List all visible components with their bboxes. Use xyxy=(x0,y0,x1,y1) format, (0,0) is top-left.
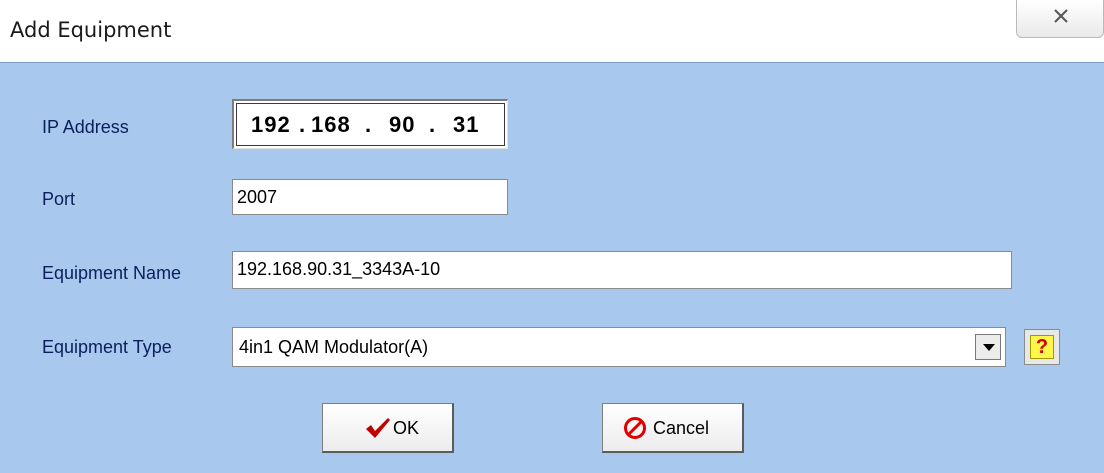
equipment-type-value: 4in1 QAM Modulator(A) xyxy=(239,337,429,357)
prohibit-icon xyxy=(624,417,646,439)
ip-octet-2[interactable]: 168 xyxy=(311,112,351,138)
title-bar: Add Equipment xyxy=(0,0,1104,62)
cancel-button[interactable]: Cancel xyxy=(602,403,744,453)
help-icon: ? xyxy=(1030,335,1054,359)
equipment-type-label: Equipment Type xyxy=(42,337,172,357)
cancel-button-label: Cancel xyxy=(653,418,710,438)
ip-dot: . xyxy=(299,112,306,137)
ip-address-label: IP Address xyxy=(42,117,129,137)
checkmark-icon xyxy=(366,418,390,438)
dialog-body: IP Address 192 . 168 . 90 . 31 Port 2007… xyxy=(0,62,1104,473)
ip-dot: . xyxy=(429,112,436,137)
equipment-name-input[interactable]: 192.168.90.31_3343A-10 xyxy=(232,251,1012,289)
ok-button-label: OK xyxy=(393,418,420,438)
dropdown-button[interactable] xyxy=(975,334,1001,360)
close-button[interactable] xyxy=(1016,0,1104,38)
ok-button[interactable]: OK xyxy=(322,403,454,453)
window-title: Add Equipment xyxy=(10,18,172,42)
ip-octet-4[interactable]: 31 xyxy=(453,112,479,138)
chevron-down-icon xyxy=(983,344,995,351)
equipment-type-select[interactable]: 4in1 QAM Modulator(A) xyxy=(232,327,1006,367)
port-input[interactable]: 2007 xyxy=(232,179,508,215)
ip-dot: . xyxy=(365,112,372,137)
equipment-name-label: Equipment Name xyxy=(42,263,182,283)
ip-octet-1[interactable]: 192 xyxy=(251,112,291,138)
ip-octet-3[interactable]: 90 xyxy=(389,112,415,138)
help-button[interactable]: ? xyxy=(1024,329,1060,365)
port-label: Port xyxy=(42,189,76,209)
close-x-icon xyxy=(1054,9,1068,23)
ip-address-input[interactable]: 192 . 168 . 90 . 31 xyxy=(232,99,508,149)
ip-address-frame: 192 . 168 . 90 . 31 xyxy=(236,103,505,146)
